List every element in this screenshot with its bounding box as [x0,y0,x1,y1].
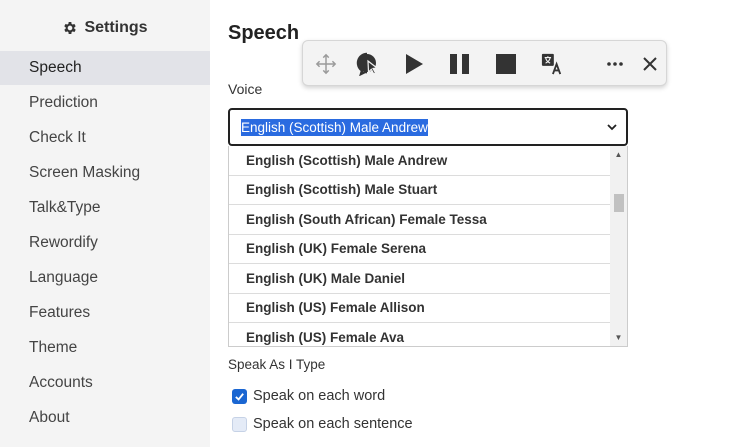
speak-each-sentence-label: Speak on each sentence [253,416,413,432]
speak-each-sentence-row[interactable]: Speak on each sentence [232,414,413,434]
voice-option[interactable]: English (UK) Female Serena [229,235,611,264]
click-to-speak-icon [356,52,379,76]
sidebar-title: Settings [84,19,148,36]
sidebar-header: Settings [0,14,210,42]
sidebar-item-prediction[interactable]: Prediction [0,86,210,120]
voice-option[interactable]: English (US) Female Ava [229,323,611,346]
sidebar-item-theme[interactable]: Theme [0,331,210,365]
stop-icon [496,54,516,74]
sidebar-item-check-it[interactable]: Check It [0,121,210,155]
voice-label: Voice [228,81,263,97]
click-to-speak-button[interactable] [354,50,382,78]
move-handle[interactable] [312,50,340,78]
page-title: Speech [228,22,300,44]
voice-option[interactable]: English (South African) Female Tessa [229,205,611,235]
sidebar-item-about[interactable]: About [0,401,210,435]
gear-icon [64,22,77,34]
sidebar-item-speech[interactable]: Speech [0,51,210,85]
speak-each-word-checkbox[interactable] [232,388,247,404]
translate-icon [541,53,562,75]
sidebar-item-label: Speech [29,59,82,76]
voice-option[interactable]: English (US) Female Allison [229,294,611,323]
move-icon [315,53,337,75]
close-icon [643,57,657,71]
close-button[interactable] [636,50,664,78]
sidebar-item-label: Check It [29,129,86,146]
voice-select[interactable]: English (Scottish) Male Andrew [228,108,628,146]
voice-option[interactable]: English (Scottish) Male Andrew [229,146,611,176]
sidebar-item-label: Language [29,269,98,286]
sidebar-item-label: Rewordify [29,234,98,251]
pause-button[interactable] [446,50,474,78]
scroll-thumb[interactable] [614,194,624,212]
scroll-up-arrow-icon[interactable]: ▲ [610,146,627,163]
sidebar-item-label: Features [29,304,91,321]
scroll-down-arrow-icon[interactable]: ▼ [610,329,627,346]
sidebar-item-label: Accounts [29,374,93,391]
voice-option[interactable]: English (UK) Male Daniel [229,264,611,294]
stop-button[interactable] [492,50,520,78]
sidebar-item-label: Screen Masking [29,164,141,181]
more-icon [607,62,623,66]
more-button[interactable] [601,50,629,78]
chevron-down-icon [607,124,617,131]
sidebar-item-label: About [29,409,70,426]
speak-each-sentence-checkbox[interactable] [232,416,247,432]
sidebar-item-features[interactable]: Features [0,296,210,330]
speak-as-i-type-label: Speak As I Type [228,357,326,372]
play-button[interactable] [400,50,428,78]
sidebar-item-label: Prediction [29,94,98,111]
sidebar-item-rewordify[interactable]: Rewordify [0,226,210,260]
pause-icon [450,54,469,74]
sidebar-item-language[interactable]: Language [0,261,210,295]
voice-option[interactable]: English (Scottish) Male Stuart [229,176,611,205]
sidebar: Settings Speech Prediction Check It Scre… [0,0,210,447]
dropdown-scrollbar[interactable]: ▲ ▼ [610,146,627,346]
sidebar-item-screen-masking[interactable]: Screen Masking [0,156,210,190]
checkmark-icon [235,392,244,401]
voice-selected-value: English (Scottish) Male Andrew [241,118,428,136]
sidebar-item-label: Talk&Type [29,199,101,216]
speak-each-word-row[interactable]: Speak on each word [232,386,385,406]
sidebar-item-talk-and-type[interactable]: Talk&Type [0,191,210,225]
speech-toolbar [302,40,667,86]
voice-dropdown-list: English (Scottish) Male Andrew English (… [228,146,628,347]
play-icon [406,54,423,74]
translate-button[interactable] [538,50,566,78]
speak-each-word-label: Speak on each word [253,388,386,404]
sidebar-item-label: Theme [29,339,78,356]
sidebar-item-accounts[interactable]: Accounts [0,366,210,400]
